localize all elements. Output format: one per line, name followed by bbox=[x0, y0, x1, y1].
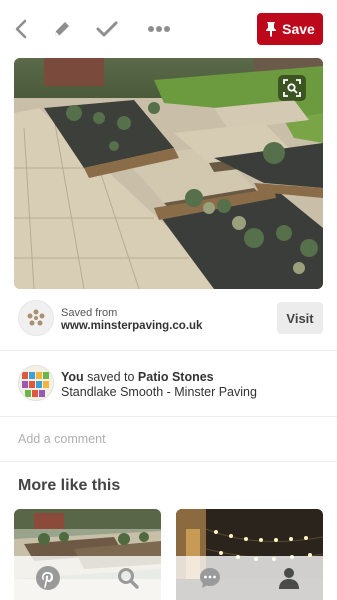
comment-input[interactable]: Add a comment bbox=[18, 432, 106, 446]
avatar[interactable] bbox=[18, 365, 54, 401]
saved-from-label: Saved from bbox=[61, 307, 118, 319]
more-like-this-heading: More like this bbox=[18, 477, 121, 494]
more-dots-icon[interactable] bbox=[145, 16, 173, 42]
source-site-avatar[interactable] bbox=[18, 300, 54, 336]
profile-icon[interactable] bbox=[275, 564, 303, 592]
save-button-label: Save bbox=[282, 21, 315, 37]
top-toolbar: Save bbox=[0, 0, 337, 58]
saver-name[interactable]: You bbox=[61, 370, 84, 384]
pin-image[interactable] bbox=[14, 58, 323, 289]
pushpin-icon bbox=[265, 21, 277, 37]
chat-bubble-icon[interactable] bbox=[196, 564, 224, 592]
checkmark-icon[interactable] bbox=[94, 16, 120, 42]
back-arrow-icon[interactable] bbox=[8, 16, 34, 42]
search-icon[interactable] bbox=[114, 564, 142, 592]
divider bbox=[0, 416, 337, 417]
source-url[interactable]: www.minsterpaving.co.uk bbox=[61, 320, 202, 332]
bottom-nav bbox=[0, 556, 337, 600]
source-row: Saved from www.minsterpaving.co.uk Visit bbox=[0, 296, 337, 342]
pin-description: Standlake Smooth - Minster Paving bbox=[61, 385, 257, 399]
pencil-icon[interactable] bbox=[49, 16, 75, 42]
save-button[interactable]: Save bbox=[257, 13, 323, 45]
visual-search-icon[interactable] bbox=[278, 75, 306, 101]
divider bbox=[0, 350, 337, 351]
visit-button[interactable]: Visit bbox=[277, 302, 323, 334]
board-name[interactable]: Patio Stones bbox=[138, 370, 214, 384]
divider bbox=[0, 461, 337, 462]
saved-to-text: saved to bbox=[87, 370, 135, 384]
saved-to-line: You saved to Patio Stones bbox=[61, 370, 214, 384]
pinterest-logo-icon[interactable] bbox=[34, 564, 62, 592]
saver-row: You saved to Patio Stones Standlake Smoo… bbox=[0, 358, 337, 410]
